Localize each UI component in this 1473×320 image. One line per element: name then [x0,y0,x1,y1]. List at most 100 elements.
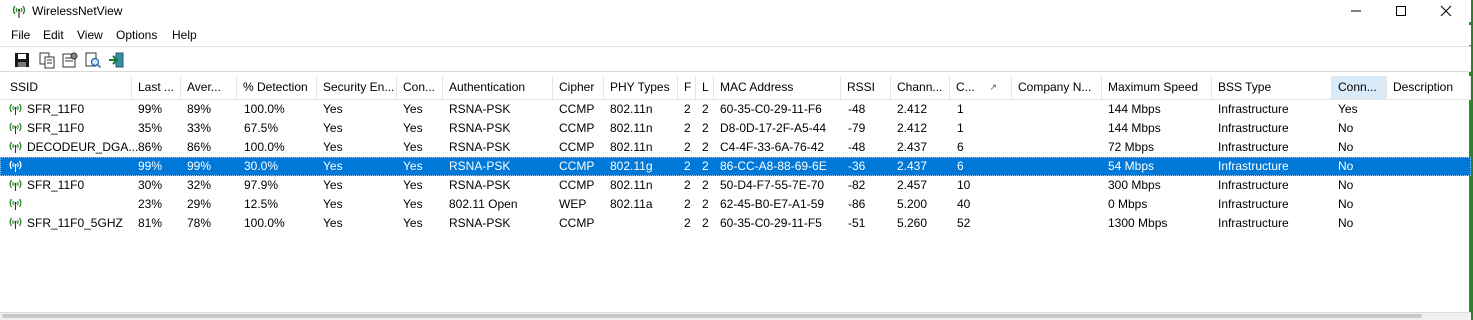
cell-bss-type: Infrastructure [1218,159,1289,173]
column-header-phy-types[interactable]: PHY Types [604,76,678,99]
cell-phy-types: 802.11n [610,121,653,135]
app-window: WirelessNetView File Edit View Options H… [0,0,1471,320]
cell-connectable: Yes [403,102,423,116]
table-row[interactable]: SFR_11F0_5GHZ 81% 78% 100.0% Yes Yes RSNA-PSK C… [0,214,1471,233]
column-header-l[interactable]: L [696,76,714,99]
cell-mac-address: 62-45-B0-E7-A1-59 [720,197,825,211]
menu-options[interactable]: Options [116,28,157,42]
cell-l: 2 [702,121,709,135]
table-row[interactable]: SFR_11F0 35% 33% 67.5% Yes Yes RSNA-PSK CCMP 802… [0,119,1471,138]
exit-icon[interactable] [107,51,125,69]
maximize-icon [1396,6,1406,16]
cell-rssi: -36 [848,159,866,173]
wifi-signal-icon [8,102,23,116]
maximize-button[interactable] [1378,0,1424,22]
cell-detection: 30.0% [244,159,279,173]
cell-channel-frequency: 5.200 [897,197,928,211]
cell-average-signal: 86% [187,140,212,154]
cell-rssi: -79 [848,121,866,135]
cell-connectable: Yes [403,197,423,211]
cell-l: 2 [702,178,709,192]
column-header-cipher[interactable]: Cipher [553,76,604,99]
cell-connectable: Yes [403,216,423,230]
minimize-button[interactable] [1333,0,1379,22]
menu-edit[interactable]: Edit [43,28,64,42]
cell-last-signal: 23% [138,197,163,211]
cell-last-signal: 30% [138,178,163,192]
close-button[interactable] [1423,0,1469,22]
cell-authentication: 802.11 Open [449,197,518,211]
wifi-signal-icon [8,216,23,230]
column-header-mac-address[interactable]: MAC Address [714,76,841,99]
wifi-signal-icon [8,140,23,154]
column-header-channel[interactable]: C... ↗ [950,76,1012,99]
column-header-bss-type[interactable]: BSS Type [1212,76,1332,99]
cell-authentication: RSNA-PSK [449,216,511,230]
column-header-average-signal[interactable]: Aver... [181,76,237,99]
save-icon[interactable] [13,51,31,69]
table-row[interactable]: SFR_11F0 99% 89% 100.0% Yes Yes RSNA-PSK CCMP 80… [0,100,1471,119]
cell-channel: 6 [957,159,964,173]
cell-cipher: CCMP [559,121,595,135]
cell-last-signal: 99% [138,102,163,116]
menu-file[interactable]: File [11,28,30,42]
menu-help[interactable]: Help [172,28,197,42]
cell-average-signal: 89% [187,102,212,116]
cell-maximum-speed: 0 Mbps [1108,197,1148,211]
column-header-ssid[interactable]: SSID [4,76,132,99]
sort-ascending-icon: ↗ [989,82,997,92]
cell-detection: 100.0% [244,216,285,230]
cell-security-enabled: Yes [323,178,343,192]
column-header-channel-frequency[interactable]: Chann... [891,76,950,99]
cell-l: 2 [702,159,709,173]
cell-cipher: CCMP [559,140,595,154]
window-title: WirelessNetView [32,4,123,18]
cell-average-signal: 29% [187,197,212,211]
close-icon [1440,5,1452,17]
scrollbar-thumb[interactable] [2,314,1422,318]
cell-ssid: SFR_11F0_5GHZ [27,216,123,230]
cell-ssid: SFR_11F0 [27,178,85,192]
copy-icon[interactable] [38,51,56,69]
minimize-icon [1351,10,1361,12]
cell-mac-address: 50-D4-F7-55-7E-70 [720,178,825,192]
cell-maximum-speed: 1300 Mbps [1108,216,1168,230]
find-icon[interactable] [84,51,102,69]
column-header-last-signal[interactable]: Last ... [132,76,181,99]
table-row[interactable]: 99% 99% 30.0% Yes Yes RSNA-PSK CCMP 802.11g 2 2 86… [0,157,1471,176]
menu-view[interactable]: View [77,28,103,42]
cell-connected: No [1338,178,1354,192]
column-header-rssi[interactable]: RSSI [841,76,891,99]
cell-authentication: RSNA-PSK [449,121,511,135]
cell-bss-type: Infrastructure [1218,140,1289,154]
column-header-maximum-speed[interactable]: Maximum Speed [1102,76,1212,99]
cell-l: 2 [702,197,709,211]
cell-channel: 10 [957,178,971,192]
column-header-description[interactable]: Description [1387,76,1471,99]
column-header-channel-label: C... [956,80,975,94]
properties-icon[interactable] [61,51,79,69]
cell-bss-type: Infrastructure [1218,216,1289,230]
column-header-connectable[interactable]: Con... [397,76,443,99]
column-header-connected[interactable]: Conn... [1332,76,1387,99]
column-header-f[interactable]: F [678,76,696,99]
table-row[interactable]: 23% 29% 12.5% Yes Yes 802.11 Open WEP 802.11a 2 2… [0,195,1471,214]
table-row[interactable]: DECODEUR_DGA... 86% 86% 100.0% Yes Yes RSNA-PS… [0,138,1471,157]
cell-average-signal: 78% [187,216,212,230]
cell-l: 2 [702,216,709,230]
column-header-detection[interactable]: % Detection [237,76,317,99]
wifi-signal-icon [8,159,23,173]
column-header-security-enabled[interactable]: Security En... [317,76,397,99]
column-header-company-name[interactable]: Company N... [1012,76,1102,99]
title-bar[interactable]: WirelessNetView [0,0,1471,22]
cell-bss-type: Infrastructure [1218,197,1289,211]
cell-ssid: SFR_11F0 [27,121,85,135]
table-row[interactable]: SFR_11F0 30% 32% 97.9% Yes Yes RSNA-PSK CCMP 802… [0,176,1471,195]
cell-maximum-speed: 72 Mbps [1108,140,1155,154]
cell-phy-types: 802.11a [610,197,653,211]
cell-last-signal: 99% [138,159,163,173]
cell-channel-frequency: 2.412 [897,102,928,116]
cell-channel-frequency: 5.260 [897,216,928,230]
cell-mac-address: 60-35-C0-29-11-F6 [720,102,822,116]
column-header-authentication[interactable]: Authentication [443,76,553,99]
